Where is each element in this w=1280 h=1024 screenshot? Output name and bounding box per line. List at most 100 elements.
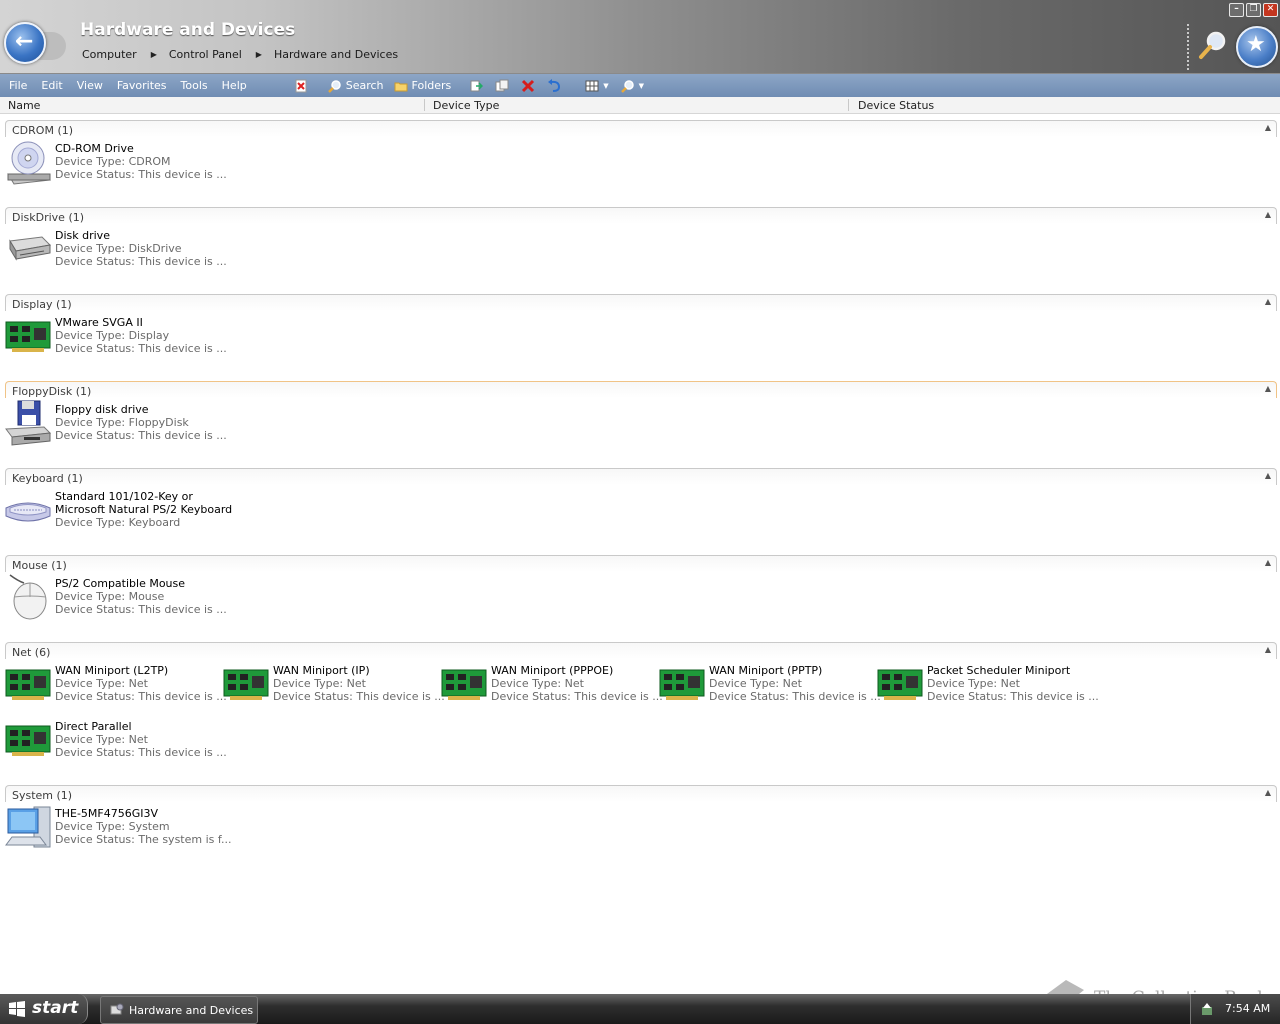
disk-drive-icon: [9, 236, 52, 261]
title-bar: ← Hardware and Devices Computer ▶ Contro…: [0, 0, 1280, 74]
group-header[interactable]: Net (6) ▲: [5, 642, 1277, 659]
search-icon: [327, 79, 341, 93]
taskbar-window-label: Hardware and Devices: [129, 1004, 254, 1017]
views-button[interactable]: ▼: [585, 79, 609, 93]
device-item[interactable]: WAN Miniport (L2TP) Device Type: Net Dev…: [4, 660, 227, 712]
mouse-icon: [9, 574, 47, 620]
group-title: Mouse (1): [12, 559, 67, 572]
search-magnifier-icon[interactable]: [1198, 30, 1228, 60]
search-options-button[interactable]: ▼: [620, 79, 644, 93]
collapse-arrow-icon[interactable]: ▲: [1265, 558, 1271, 567]
minimize-button[interactable]: –: [1229, 3, 1244, 17]
device-item[interactable]: WAN Miniport (IP) Device Type: Net Devic…: [222, 660, 445, 712]
device-item[interactable]: Packet Scheduler Miniport Device Type: N…: [876, 660, 1099, 712]
maximize-button[interactable]: ❐: [1246, 3, 1261, 17]
device-item[interactable]: THE-5MF4756GI3V Device Type: System Devi…: [4, 803, 231, 855]
folders-button[interactable]: Folders: [394, 79, 451, 93]
collapse-arrow-icon[interactable]: ▲: [1265, 788, 1271, 797]
favorites-button[interactable]: ★: [1236, 26, 1278, 68]
breadcrumb-hardware-devices[interactable]: Hardware and Devices: [274, 48, 398, 61]
safely-remove-hardware-icon[interactable]: [1199, 1001, 1215, 1017]
device-type: Device Type: Net: [55, 677, 148, 690]
group-header[interactable]: CDROM (1) ▲: [5, 120, 1277, 137]
device-status: Device Status: This device is ...: [55, 255, 227, 268]
device-type: Device Type: FloppyDisk: [55, 416, 189, 429]
move-to-icon: [470, 80, 484, 91]
search-label: Search: [345, 79, 384, 92]
collapse-arrow-icon[interactable]: ▲: [1265, 297, 1271, 306]
breadcrumb-control-panel[interactable]: Control Panel: [169, 48, 242, 61]
device-item[interactable]: WAN Miniport (PPTP) Device Type: Net Dev…: [658, 660, 881, 712]
menu-help[interactable]: Help: [222, 79, 247, 92]
toolbar-separator: [1187, 24, 1189, 70]
folder-icon: [394, 82, 408, 91]
menu-file[interactable]: File: [9, 79, 27, 92]
menu-tools[interactable]: Tools: [181, 79, 208, 92]
keyboard-icon: [5, 502, 51, 522]
device-name: THE-5MF4756GI3V: [55, 807, 159, 820]
group-header[interactable]: Keyboard (1) ▲: [5, 468, 1277, 485]
device-item[interactable]: Disk drive Device Type: DiskDrive Device…: [4, 225, 227, 277]
device-item[interactable]: VMware SVGA II Device Type: Display Devi…: [4, 312, 227, 364]
system-tray: 7:54 AM: [1190, 994, 1280, 1024]
group-header[interactable]: Display (1) ▲: [5, 294, 1277, 311]
floppy-drive-icon: [5, 400, 52, 446]
column-divider[interactable]: [424, 99, 425, 111]
device-type: Device Type: Display: [55, 329, 170, 342]
device-name: WAN Miniport (L2TP): [55, 664, 169, 677]
close-button[interactable]: ✕: [1263, 3, 1278, 17]
breadcrumb-arrow-icon[interactable]: ▶: [256, 50, 262, 59]
group-header[interactable]: System (1) ▲: [5, 785, 1277, 802]
copy-to-button[interactable]: [495, 79, 513, 93]
group-header[interactable]: Mouse (1) ▲: [5, 555, 1277, 572]
group-title: System (1): [12, 789, 73, 802]
device-status: Device Status: This device is ...: [55, 746, 227, 759]
back-arrow-icon: ←: [15, 29, 34, 54]
undo-button[interactable]: [547, 78, 565, 93]
views-dropdown-icon: ▼: [603, 81, 609, 90]
collapse-arrow-icon[interactable]: ▲: [1265, 123, 1271, 132]
move-to-button[interactable]: [469, 79, 487, 93]
menu-edit[interactable]: Edit: [41, 79, 62, 92]
group-header[interactable]: FloppyDisk (1) ▲: [5, 381, 1277, 398]
column-name[interactable]: Name: [8, 99, 40, 112]
device-type: Device Type: Net: [55, 733, 148, 746]
device-status: Device Status: This device is ...: [55, 168, 227, 181]
back-button[interactable]: ←: [4, 22, 46, 64]
control-panel-icon: [110, 1003, 124, 1015]
device-item[interactable]: PS/2 Compatible Mouse Device Type: Mouse…: [4, 573, 227, 625]
taskbar-window-button[interactable]: Hardware and Devices: [100, 996, 258, 1024]
collapse-arrow-icon[interactable]: ▲: [1265, 471, 1271, 480]
breadcrumb: Computer ▶ Control Panel ▶ Hardware and …: [82, 48, 412, 61]
circuit-board-icon: [223, 669, 269, 700]
delete-button[interactable]: [521, 79, 539, 93]
column-divider[interactable]: [848, 99, 849, 111]
collapse-arrow-icon[interactable]: ▲: [1265, 645, 1271, 654]
device-name: WAN Miniport (IP): [273, 664, 370, 677]
windows-logo-icon: [9, 1001, 25, 1017]
clock[interactable]: 7:54 AM: [1225, 1002, 1270, 1015]
breadcrumb-computer[interactable]: Computer: [82, 48, 137, 61]
search-options-icon: [620, 79, 634, 93]
stop-button[interactable]: [294, 79, 312, 93]
collapse-arrow-icon[interactable]: ▲: [1265, 210, 1271, 219]
breadcrumb-arrow-icon[interactable]: ▶: [151, 50, 157, 59]
device-item[interactable]: CD-ROM Drive Device Type: CDROM Device S…: [4, 138, 227, 190]
group-title: Display (1): [12, 298, 72, 311]
menu-view[interactable]: View: [77, 79, 103, 92]
group-header[interactable]: DiskDrive (1) ▲: [5, 207, 1277, 224]
device-name: Packet Scheduler Miniport: [927, 664, 1071, 677]
device-item[interactable]: Standard 101/102-Key or Microsoft Natura…: [4, 486, 232, 538]
menu-favorites[interactable]: Favorites: [117, 79, 167, 92]
device-item[interactable]: Floppy disk drive Device Type: FloppyDis…: [4, 399, 227, 451]
column-device-type[interactable]: Device Type: [433, 99, 499, 112]
device-name: WAN Miniport (PPTP): [709, 664, 823, 677]
search-button[interactable]: Search: [327, 79, 384, 93]
start-button[interactable]: start: [0, 994, 88, 1024]
device-status: Device Status: This device is ...: [55, 342, 227, 355]
collapse-arrow-icon[interactable]: ▲: [1265, 384, 1271, 393]
column-device-status[interactable]: Device Status: [858, 99, 934, 112]
delete-x-icon: [522, 79, 535, 92]
device-item[interactable]: Direct Parallel Device Type: Net Device …: [4, 716, 227, 768]
device-item[interactable]: WAN Miniport (PPPOE) Device Type: Net De…: [440, 660, 663, 712]
